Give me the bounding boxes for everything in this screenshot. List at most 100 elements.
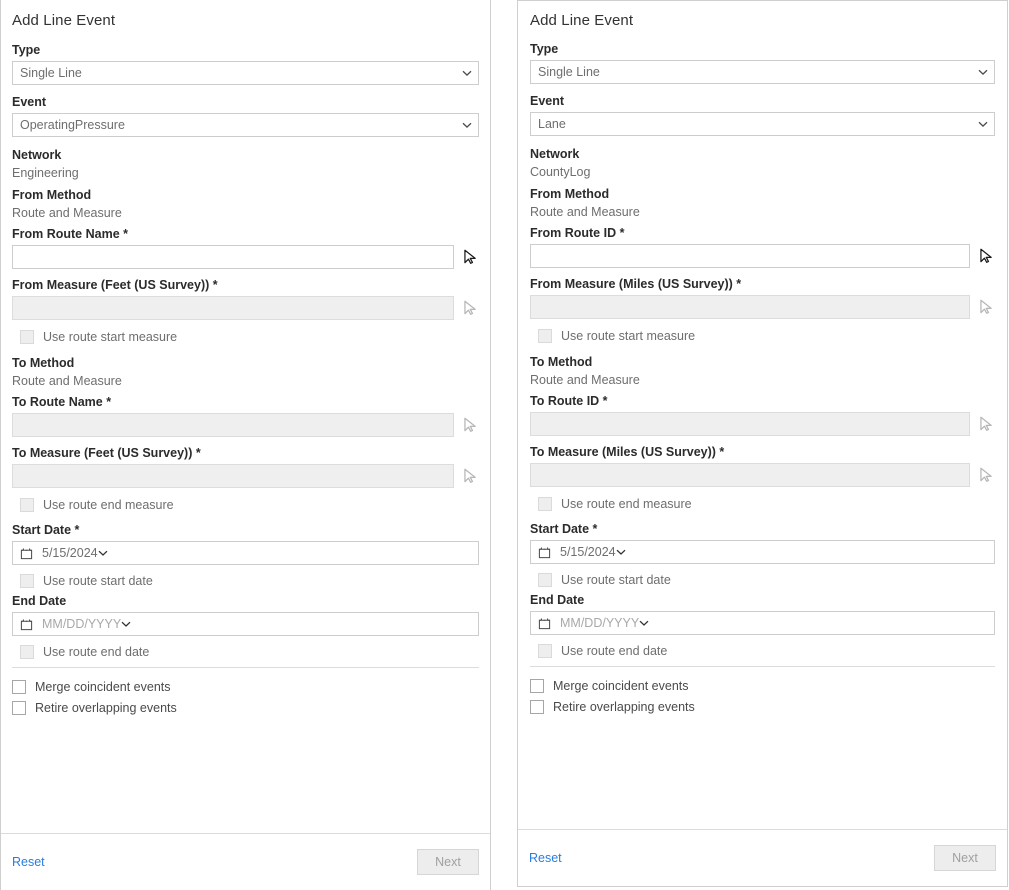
event-select-value: OperatingPressure	[20, 118, 125, 132]
end-date-value: MM/DD/YYYY	[560, 616, 640, 630]
use-route-start-date-checkbox[interactable]	[20, 574, 34, 588]
pick-measure-cursor-icon[interactable]	[461, 299, 479, 317]
screenshot-root: Add Line Event Type Single Line Event Op…	[0, 0, 1009, 890]
from-measure-label: From Measure (Miles (US Survey)) *	[530, 277, 742, 291]
use-route-start-date-checkbox[interactable]	[538, 573, 552, 587]
to-method-value: Route and Measure	[530, 373, 640, 387]
to-method-label: To Method	[12, 356, 75, 370]
from-route-input[interactable]	[12, 245, 454, 269]
type-select[interactable]: Single Line	[530, 60, 995, 84]
use-route-end-measure-row[interactable]: Use route end measure	[20, 497, 479, 513]
use-route-start-measure-checkbox[interactable]	[20, 330, 34, 344]
pick-route-cursor-icon[interactable]	[461, 248, 479, 266]
retire-overlapping-events-checkbox[interactable]	[12, 701, 26, 715]
retire-overlapping-events-checkbox[interactable]	[530, 700, 544, 714]
event-select[interactable]: Lane	[530, 112, 995, 136]
from-method-value: Route and Measure	[12, 206, 122, 220]
to-route-input[interactable]	[12, 413, 454, 437]
end-date-field[interactable]: MM/DD/YYYY	[12, 612, 479, 636]
next-button[interactable]: Next	[934, 845, 996, 871]
type-label: Type	[12, 43, 41, 57]
from-route-label: From Route Name *	[12, 227, 128, 241]
from-measure-row	[530, 295, 995, 319]
to-measure-input[interactable]	[530, 463, 970, 487]
pick-measure-cursor-icon[interactable]	[977, 298, 995, 316]
pick-route-cursor-icon[interactable]	[977, 247, 995, 265]
panel-footer: Reset Next	[1, 833, 490, 890]
use-route-end-date-checkbox[interactable]	[20, 645, 34, 659]
use-route-start-measure-label: Use route start measure	[561, 329, 696, 343]
to-measure-label: To Measure (Feet (US Survey)) *	[12, 446, 201, 460]
merge-coincident-events-row[interactable]: Merge coincident events	[12, 679, 479, 695]
from-measure-input[interactable]	[12, 296, 454, 320]
from-method-value: Route and Measure	[530, 205, 640, 219]
chevron-down-icon	[462, 68, 472, 77]
use-route-start-measure-row[interactable]: Use route start measure	[20, 329, 479, 345]
retire-overlapping-events-label: Retire overlapping events	[553, 700, 695, 714]
merge-coincident-events-row[interactable]: Merge coincident events	[530, 678, 995, 694]
to-route-row	[530, 412, 995, 436]
chevron-down-icon	[121, 617, 131, 632]
add-line-event-panel-right: Add Line Event Type Single Line Event La…	[517, 0, 1008, 887]
to-route-input[interactable]	[530, 412, 970, 436]
chevron-down-icon	[978, 67, 988, 76]
end-date-label: End Date	[530, 593, 585, 607]
end-date-field[interactable]: MM/DD/YYYY	[530, 611, 995, 635]
use-route-end-date-row[interactable]: Use route end date	[538, 643, 995, 659]
end-date-label: End Date	[12, 594, 67, 608]
use-route-start-date-row[interactable]: Use route start date	[20, 573, 479, 589]
pick-measure-cursor-icon[interactable]	[461, 467, 479, 485]
use-route-end-date-checkbox[interactable]	[538, 644, 552, 658]
use-route-start-date-label: Use route start date	[561, 573, 671, 587]
use-route-start-date-row[interactable]: Use route start date	[538, 572, 995, 588]
from-measure-row	[12, 296, 479, 320]
retire-overlapping-events-row[interactable]: Retire overlapping events	[530, 699, 995, 715]
start-date-field[interactable]: 5/15/2024	[530, 540, 995, 564]
pick-measure-cursor-icon[interactable]	[977, 466, 995, 484]
merge-coincident-events-checkbox[interactable]	[12, 680, 26, 694]
from-measure-label: From Measure (Feet (US Survey)) *	[12, 278, 218, 292]
type-select[interactable]: Single Line	[12, 61, 479, 85]
use-route-end-measure-row[interactable]: Use route end measure	[538, 496, 995, 512]
to-route-row	[12, 413, 479, 437]
from-measure-input[interactable]	[530, 295, 970, 319]
to-route-label: To Route ID *	[530, 394, 608, 408]
pick-route-cursor-icon[interactable]	[977, 415, 995, 433]
network-label: Network	[12, 148, 62, 162]
retire-overlapping-events-label: Retire overlapping events	[35, 701, 177, 715]
start-date-field[interactable]: 5/15/2024	[12, 541, 479, 565]
network-value: Engineering	[12, 166, 79, 180]
use-route-start-measure-label: Use route start measure	[43, 330, 178, 344]
from-route-row	[12, 245, 479, 269]
use-route-end-date-row[interactable]: Use route end date	[20, 644, 479, 660]
to-method-label: To Method	[530, 355, 593, 369]
chevron-down-icon	[978, 119, 988, 128]
to-measure-label: To Measure (Miles (US Survey)) *	[530, 445, 725, 459]
retire-overlapping-events-row[interactable]: Retire overlapping events	[12, 700, 479, 716]
calendar-icon	[538, 546, 551, 559]
panel-body: Add Line Event Type Single Line Event La…	[518, 1, 1007, 829]
use-route-start-measure-row[interactable]: Use route start measure	[538, 328, 995, 344]
from-route-input[interactable]	[530, 244, 970, 268]
next-button[interactable]: Next	[417, 849, 479, 875]
use-route-end-measure-label: Use route end measure	[43, 498, 174, 512]
use-route-start-measure-checkbox[interactable]	[538, 329, 552, 343]
type-select-value: Single Line	[538, 65, 600, 79]
to-measure-row	[530, 463, 995, 487]
calendar-icon	[538, 617, 551, 630]
to-measure-input[interactable]	[12, 464, 454, 488]
from-method-label: From Method	[12, 188, 92, 202]
reset-button[interactable]: Reset	[529, 851, 562, 865]
merge-coincident-events-checkbox[interactable]	[530, 679, 544, 693]
reset-button[interactable]: Reset	[12, 855, 45, 869]
use-route-end-measure-checkbox[interactable]	[538, 497, 552, 511]
pick-route-cursor-icon[interactable]	[461, 416, 479, 434]
section-divider	[530, 666, 995, 667]
event-select[interactable]: OperatingPressure	[12, 113, 479, 137]
type-label: Type	[530, 42, 559, 56]
from-route-label: From Route ID *	[530, 226, 625, 240]
merge-coincident-events-label: Merge coincident events	[553, 679, 689, 693]
add-line-event-panel-left: Add Line Event Type Single Line Event Op…	[0, 0, 491, 890]
use-route-end-measure-checkbox[interactable]	[20, 498, 34, 512]
event-label: Event	[530, 94, 565, 108]
